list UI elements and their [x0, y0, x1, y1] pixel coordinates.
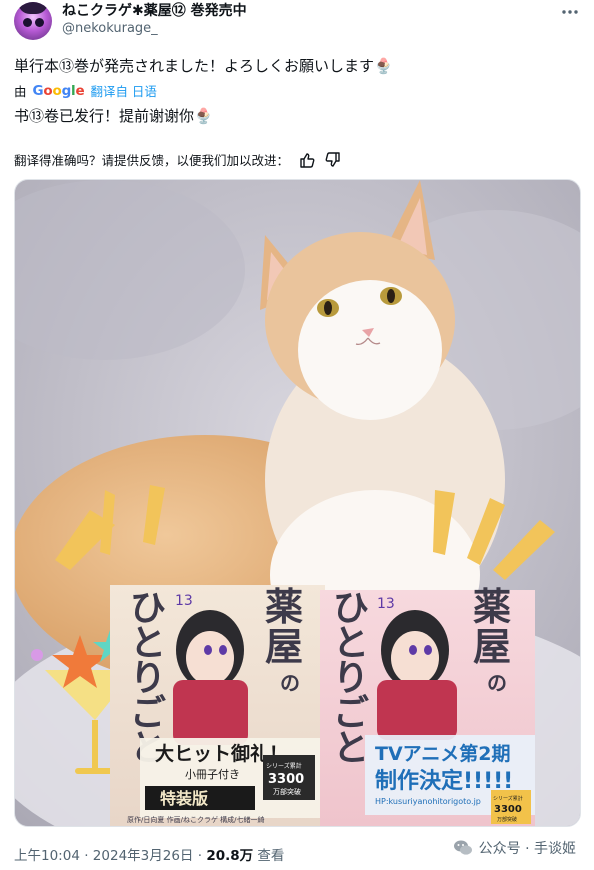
watermark-text: 公众号 · 手谈姬 — [478, 841, 576, 857]
book-right-badge-line1: シリーズ累計 — [493, 795, 523, 802]
view-count: 20.8万 — [206, 848, 254, 864]
book-left-title-glyph-2: 屋 — [265, 625, 303, 669]
book-right-badge-line3: 万部突破 — [497, 816, 517, 823]
tweet-original-text: 単行本⑬巻が発売されました！よろしくお願いします🍨 — [14, 57, 393, 75]
views-label: 查看 — [257, 848, 285, 864]
book-left-volume: 13 — [175, 593, 193, 609]
book-right-badge-line2: 3300 — [494, 804, 522, 815]
translated-by-prefix: 由 — [14, 84, 27, 99]
book-right-band-main: TVアニメ第2期 — [375, 742, 511, 765]
more-icon[interactable] — [560, 2, 580, 26]
svg-text:屋: 屋 — [473, 625, 511, 669]
book-right-url: HP:kusuriyanohitorigoto.jp — [375, 797, 481, 806]
tweet-time[interactable]: 上午10:04 — [14, 848, 80, 864]
thumbs-up-icon[interactable] — [299, 152, 315, 168]
book-left-band-sub: 小冊子付き — [185, 768, 240, 781]
book-left-title-glyph-3: の — [280, 671, 300, 695]
author-name[interactable]: ねこクラゲ✱薬屋⑫ 巻発売中 — [62, 0, 247, 20]
translation-feedback: 翻译得准确吗？请提供反馈，以便我们加以改进： — [14, 150, 341, 169]
translation-attribution: 由 Google 翻译自 日语 — [14, 81, 157, 100]
google-logo: Google — [32, 82, 85, 99]
wechat-icon — [453, 838, 473, 858]
tweet-date[interactable]: 2024年3月26日 — [93, 848, 194, 864]
author-handle[interactable]: @nekokurage_ — [62, 21, 158, 36]
watermark: 公众号 · 手谈姬 — [453, 838, 576, 858]
book-left-badge-line3: 万部突破 — [273, 787, 301, 796]
svg-text:の: の — [487, 671, 507, 695]
book-left-credits: 原作/日向夏 作画/ねこクラゲ 構成/七緒一綺 — [127, 815, 265, 824]
book-left-edition: 特装版 — [160, 789, 208, 808]
avatar[interactable] — [14, 2, 52, 40]
tweet-meta: 上午10:04 · 2024年3月26日 · 20.8万 查看 — [14, 848, 285, 864]
svg-text:と: と — [333, 728, 369, 769]
feedback-prompt: 翻译得准确吗？请提供反馈，以便我们加以改进： — [14, 153, 290, 168]
book-left-title-glyph-1: 薬 — [265, 585, 303, 629]
book-left-badge-line1: シリーズ累計 — [266, 762, 302, 770]
book-left-badge-line2: 3300 — [268, 772, 304, 787]
tweet-translated-text: 书⑬卷已发行！提前谢谢你🍨 — [14, 107, 213, 125]
translated-from-link[interactable]: 翻译自 日语 — [90, 81, 156, 100]
book-right-volume: 13 — [377, 596, 395, 612]
tweet-photo[interactable]: 薬 屋 の ひ と り ご と 13 大ヒット御礼！ 小冊子付き 特装版 シリー… — [14, 179, 581, 827]
svg-text:薬: 薬 — [473, 585, 511, 629]
tweet-header: ねこクラゲ✱薬屋⑫ 巻発売中 @nekokurage_ — [14, 0, 580, 44]
thumbs-down-icon[interactable] — [325, 151, 341, 168]
